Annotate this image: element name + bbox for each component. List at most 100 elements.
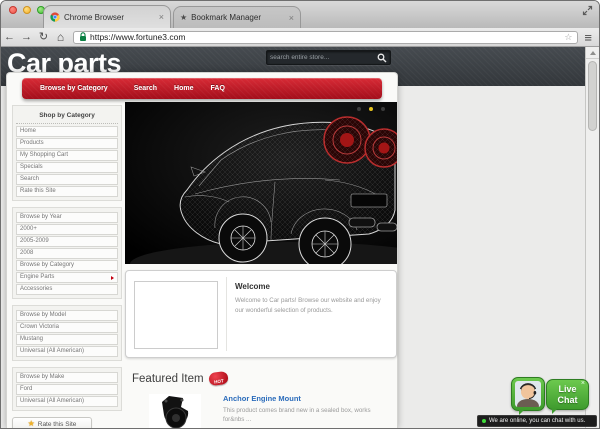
product-thumbnail[interactable] xyxy=(149,394,201,428)
scroll-up-arrow-icon xyxy=(590,51,596,55)
featured-item-section: Featured Item HOT xyxy=(125,372,397,428)
carousel-dot-3[interactable] xyxy=(381,107,385,111)
main-nav: Browse by Category Search Home FAQ xyxy=(22,78,382,99)
chrome-icon xyxy=(50,12,60,22)
tab-bar: Chrome Browser × ★ Bookmark Manager × xyxy=(1,1,599,28)
sidebar-engine-parts[interactable]: Engine Parts xyxy=(16,272,118,283)
url-text: https://www.fortune3.com xyxy=(90,32,561,42)
shop-by-category-box: Shop by Category Home Products My Shoppi… xyxy=(12,105,122,201)
window-controls xyxy=(9,6,45,14)
sidebar: Shop by Category Home Products My Shoppi… xyxy=(12,105,122,428)
live-chat-label: Live Chat xyxy=(555,384,581,405)
search-icon[interactable] xyxy=(377,53,387,63)
tab-chrome-browser[interactable]: Chrome Browser × xyxy=(43,5,171,28)
hot-badge-icon: HOT xyxy=(208,371,229,387)
welcome-body: Welcome to Car parts! Browse our website… xyxy=(235,296,386,315)
rate-this-site-button[interactable]: ★ Rate this Site xyxy=(12,417,92,429)
rate-button-label: Rate this Site xyxy=(38,421,77,428)
sidebar-browse-by-make[interactable]: Browse by Make xyxy=(16,372,118,383)
nav-search[interactable]: Search xyxy=(134,85,157,92)
product-info: Anchor Engine Mount This product comes b… xyxy=(223,394,375,428)
sidebar-browse-by-year[interactable]: Browse by Year xyxy=(16,212,118,223)
sidebar-browse-by-category[interactable]: Browse by Category xyxy=(16,260,118,271)
shop-by-category-title: Shop by Category xyxy=(16,109,118,124)
store-search-input[interactable] xyxy=(270,54,377,61)
welcome-section: Welcome Welcome to Car parts! Browse our… xyxy=(125,270,397,358)
browse-by-make-box: Browse by Make Ford Universal (All Ameri… xyxy=(12,367,122,411)
product-description: This product comes brand new in a sealed… xyxy=(223,407,375,424)
browser-window: Chrome Browser × ★ Bookmark Manager × ← … xyxy=(0,0,600,429)
active-category-marker-icon xyxy=(111,276,114,280)
sidebar-universal-model[interactable]: Universal (All American) xyxy=(16,346,118,357)
featured-header: Featured Item HOT xyxy=(125,372,397,385)
sidebar-item-cart[interactable]: My Shopping Cart xyxy=(16,150,118,161)
hero-banner xyxy=(125,102,397,264)
live-chat-button[interactable]: × Live Chat xyxy=(546,379,589,410)
tab-label: Bookmark Manager xyxy=(191,13,285,22)
chat-close-icon[interactable]: × xyxy=(581,380,585,387)
hot-badge-label: HOT xyxy=(213,378,223,385)
welcome-image-placeholder xyxy=(134,281,218,349)
bookmark-page-icon[interactable]: ☆ xyxy=(564,32,572,43)
sidebar-universal-make[interactable]: Universal (All American) xyxy=(16,396,118,407)
chrome-menu-icon[interactable]: ≡ xyxy=(584,30,591,45)
sidebar-accessories[interactable]: Accessories xyxy=(16,284,118,295)
tab-close-icon[interactable]: × xyxy=(289,14,294,22)
nav-home[interactable]: Home xyxy=(174,85,193,92)
welcome-title: Welcome xyxy=(235,282,386,291)
address-bar[interactable]: https://www.fortune3.com ☆ xyxy=(73,31,578,44)
sidebar-item-home[interactable]: Home xyxy=(16,126,118,137)
sidebar-mustang[interactable]: Mustang xyxy=(16,334,118,345)
sidebar-browse-by-model[interactable]: Browse by Model xyxy=(16,310,118,321)
tab-close-icon[interactable]: × xyxy=(159,13,164,21)
window-minimize-button[interactable] xyxy=(23,6,31,14)
sidebar-item-products[interactable]: Products xyxy=(16,138,118,149)
forward-button[interactable]: → xyxy=(18,29,35,46)
featured-product: Anchor Engine Mount This product comes b… xyxy=(125,394,397,428)
scrollbar-thumb[interactable] xyxy=(588,61,597,131)
sidebar-item-label: Engine Parts xyxy=(20,274,54,280)
online-dot-icon xyxy=(482,419,486,423)
bookmark-star-icon: ★ xyxy=(180,14,187,22)
carousel-dot-2-active[interactable] xyxy=(369,107,373,111)
page-viewport: Car parts Browse by Category Search Home… xyxy=(1,47,599,428)
chat-agent-bubble[interactable] xyxy=(511,377,545,411)
browse-filters-box: Browse by Year 2000+ 2005-2009 2008 Brow… xyxy=(12,207,122,299)
star-icon: ★ xyxy=(28,420,35,428)
sidebar-item-rate[interactable]: Rate this Site xyxy=(16,186,118,197)
chat-status-bar[interactable]: We are online, you can chat with us. xyxy=(477,415,597,427)
welcome-text-block: Welcome Welcome to Car parts! Browse our… xyxy=(235,282,386,315)
home-button[interactable]: ⌂ xyxy=(52,29,69,46)
featured-title: Featured Item xyxy=(132,373,204,385)
nav-browse-by-category[interactable]: Browse by Category xyxy=(40,85,108,92)
window-close-button[interactable] xyxy=(9,6,17,14)
carousel-dot-1[interactable] xyxy=(357,107,361,111)
wireframe-car-image xyxy=(125,102,397,264)
fullscreen-icon[interactable] xyxy=(582,5,593,16)
sidebar-crown-victoria[interactable]: Crown Victoria xyxy=(16,322,118,333)
sidebar-item-search[interactable]: Search xyxy=(16,174,118,185)
nav-faq[interactable]: FAQ xyxy=(211,85,225,92)
scroll-up-button[interactable] xyxy=(586,47,599,59)
browser-toolbar: ← → ↻ ⌂ https://www.fortune3.com ☆ ≡ xyxy=(1,28,599,47)
sidebar-year-2000[interactable]: 2000+ xyxy=(16,224,118,235)
page-scrollbar[interactable] xyxy=(585,47,599,428)
sidebar-year-2008[interactable]: 2008 xyxy=(16,248,118,259)
site-container: Browse by Category Search Home FAQ Shop … xyxy=(6,72,398,428)
main-content: Welcome Welcome to Car parts! Browse our… xyxy=(125,102,397,428)
carousel-dots xyxy=(357,107,385,111)
sidebar-item-specials[interactable]: Specials xyxy=(16,162,118,173)
tab-bookmark-manager[interactable]: ★ Bookmark Manager × xyxy=(173,6,301,28)
chat-status-text: We are online, you can chat with us. xyxy=(489,418,585,424)
reload-button[interactable]: ↻ xyxy=(35,29,52,46)
browse-by-model-box: Browse by Model Crown Victoria Mustang U… xyxy=(12,305,122,361)
sidebar-year-2005-2009[interactable]: 2005-2009 xyxy=(16,236,118,247)
divider xyxy=(226,277,227,351)
store-search-box xyxy=(266,50,391,65)
product-name-link[interactable]: Anchor Engine Mount xyxy=(223,394,375,403)
https-lock-icon xyxy=(79,32,87,42)
sidebar-ford[interactable]: Ford xyxy=(16,384,118,395)
tab-label: Chrome Browser xyxy=(64,13,155,22)
back-button[interactable]: ← xyxy=(1,29,18,46)
chat-agent-photo xyxy=(515,381,541,407)
